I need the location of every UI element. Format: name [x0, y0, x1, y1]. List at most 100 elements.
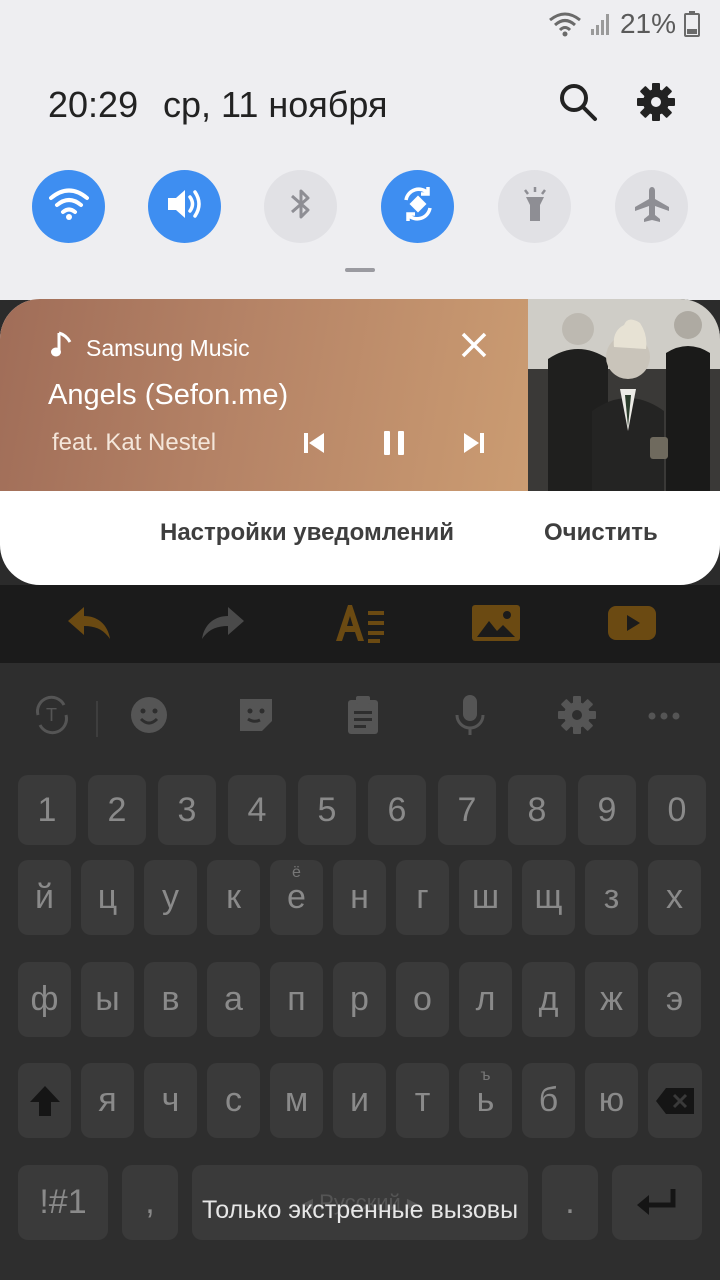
key-2[interactable]: 2 [88, 775, 146, 845]
key-alt-char: ё [292, 864, 301, 881]
key-9[interactable]: 9 [578, 775, 636, 845]
clock: 20:29 [48, 84, 139, 125]
key-б[interactable]: б [522, 1063, 575, 1138]
key-label: 7 [457, 790, 477, 829]
qs-wifi-toggle[interactable] [32, 170, 105, 243]
key-у[interactable]: у [144, 860, 197, 935]
key-5[interactable]: 5 [298, 775, 356, 845]
key-т[interactable]: т [396, 1063, 449, 1138]
key-а[interactable]: а [207, 962, 260, 1037]
key-н[interactable]: н [333, 860, 386, 935]
key-4[interactable]: 4 [228, 775, 286, 845]
previous-track-button[interactable] [292, 423, 336, 467]
key-щ[interactable]: щ [522, 860, 575, 935]
music-note-icon [50, 331, 74, 365]
key-label: 9 [597, 790, 617, 829]
media-notification-card[interactable]: Samsung Music Angels (Sefon.me) feat. Ka… [0, 299, 720, 585]
close-notification-button[interactable] [452, 325, 496, 369]
key-8[interactable]: 8 [508, 775, 566, 845]
key-д[interactable]: д [522, 962, 575, 1037]
clipboard-button[interactable] [341, 695, 385, 739]
app-toolbar [0, 585, 720, 663]
key-с[interactable]: с [207, 1063, 260, 1138]
signal-icon [590, 11, 612, 37]
key-label: ь [476, 1081, 495, 1119]
key-ч[interactable]: ч [144, 1063, 197, 1138]
key-ф[interactable]: ф [18, 962, 71, 1037]
key-label: н [350, 878, 369, 916]
key-label: а [224, 980, 243, 1018]
next-track-button[interactable] [452, 423, 496, 467]
key-х[interactable]: х [648, 860, 701, 935]
key-0[interactable]: 0 [648, 775, 706, 845]
clipboard-icon [345, 695, 381, 740]
key-в[interactable]: в [144, 962, 197, 1037]
key-ы[interactable]: ы [81, 962, 134, 1037]
key-з[interactable]: з [585, 860, 638, 935]
shift-key[interactable] [18, 1063, 71, 1138]
key-л[interactable]: л [459, 962, 512, 1037]
key-3[interactable]: 3 [158, 775, 216, 845]
qs-auto-rotate-toggle[interactable] [381, 170, 454, 243]
sticker-button[interactable] [234, 695, 278, 739]
key-о[interactable]: о [396, 962, 449, 1037]
svg-text:T: T [46, 705, 57, 725]
artist-name: feat. Kat Nestel [52, 429, 217, 456]
settings-button[interactable] [632, 80, 680, 128]
backspace-key[interactable] [648, 1063, 702, 1138]
insert-image-button[interactable] [470, 599, 522, 651]
shade-drag-handle[interactable] [345, 268, 375, 272]
emoji-button[interactable] [127, 695, 171, 739]
key-р[interactable]: р [333, 962, 386, 1037]
key-label: щ [534, 878, 563, 916]
microphone-icon [453, 693, 487, 742]
key-1[interactable]: 1 [18, 775, 76, 845]
auto-rotate-icon [398, 184, 438, 229]
key-е[interactable]: ёе [270, 860, 323, 935]
key-я[interactable]: я [81, 1063, 134, 1138]
redo-button[interactable] [198, 599, 250, 651]
key-label: ю [598, 1081, 625, 1119]
key-э[interactable]: э [648, 962, 701, 1037]
volume-icon [165, 186, 205, 227]
qs-airplane-toggle[interactable] [615, 170, 688, 243]
translate-button[interactable]: T [30, 695, 74, 739]
pause-button[interactable] [372, 423, 416, 467]
key-й[interactable]: й [18, 860, 71, 935]
undo-button[interactable] [62, 599, 114, 651]
keyboard-toolbar: T [0, 663, 720, 775]
text-format-button[interactable] [334, 599, 386, 651]
keyboard-settings-button[interactable] [555, 695, 599, 739]
screen: 21% 20:29 ср, 11 ноября T 1 2 3 4 5 6 7 … [0, 0, 720, 1280]
key-м[interactable]: м [270, 1063, 323, 1138]
emoji-icon [129, 695, 169, 740]
key-label: п [287, 980, 306, 1018]
key-6[interactable]: 6 [368, 775, 426, 845]
notification-shade: 21% 20:29 ср, 11 ноября [0, 0, 720, 300]
key-и[interactable]: и [333, 1063, 386, 1138]
qs-bluetooth-toggle[interactable] [264, 170, 337, 243]
search-button[interactable] [554, 80, 602, 128]
key-к[interactable]: к [207, 860, 260, 935]
voice-input-button[interactable] [448, 693, 492, 742]
key-п[interactable]: п [270, 962, 323, 1037]
qs-sound-toggle[interactable] [148, 170, 221, 243]
key-ж[interactable]: ж [585, 962, 638, 1037]
key-ь[interactable]: ъь [459, 1063, 512, 1138]
quick-settings [32, 170, 688, 244]
battery-percent: 21% [619, 8, 676, 39]
redo-icon [200, 603, 248, 648]
qs-flashlight-toggle[interactable] [498, 170, 571, 243]
clear-notifications-button[interactable]: Очистить [544, 519, 658, 547]
key-ш[interactable]: ш [459, 860, 512, 935]
notification-settings-button[interactable]: Настройки уведомлений [160, 519, 454, 547]
album-art [528, 299, 720, 491]
key-label: к [226, 878, 241, 916]
key-ю[interactable]: ю [585, 1063, 638, 1138]
key-г[interactable]: г [396, 860, 449, 935]
key-ц[interactable]: ц [81, 860, 134, 935]
insert-video-button[interactable] [606, 599, 658, 651]
airplane-icon [633, 185, 671, 228]
more-options-button[interactable] [642, 695, 686, 739]
key-7[interactable]: 7 [438, 775, 496, 845]
